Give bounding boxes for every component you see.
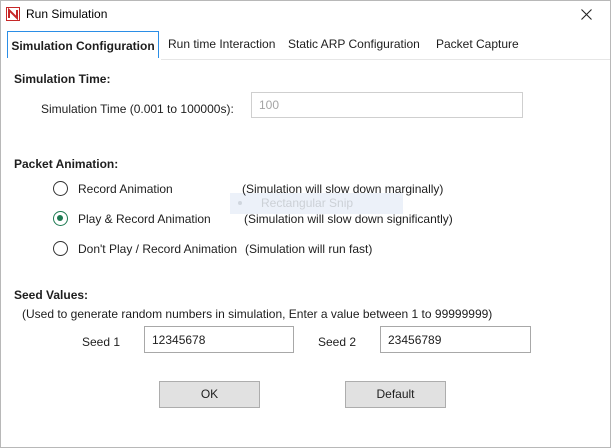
simulation-time-input[interactable] xyxy=(251,92,523,118)
record-animation-label[interactable]: Record Animation xyxy=(78,182,173,196)
rectangular-snip-overlay: Rectangular Snip xyxy=(230,193,403,214)
tab-divider xyxy=(161,59,610,60)
record-animation-note: (Simulation will slow down marginally) xyxy=(242,182,444,196)
tab-packet-capture[interactable]: Packet Capture xyxy=(436,37,519,51)
simulation-time-heading: Simulation Time: xyxy=(14,72,111,86)
run-simulation-dialog: Run Simulation Simulation Configuration … xyxy=(0,0,611,448)
play-record-animation-radio[interactable] xyxy=(53,211,68,226)
tab-simulation-configuration[interactable]: Simulation Configuration xyxy=(7,31,159,58)
play-record-animation-note: (Simulation will slow down significantly… xyxy=(244,212,453,226)
seed2-input[interactable] xyxy=(380,326,531,353)
tab-strip: Simulation Configuration Run time Intera… xyxy=(1,29,610,59)
close-icon xyxy=(581,9,592,20)
window-title: Run Simulation xyxy=(26,7,108,21)
close-button[interactable] xyxy=(564,1,610,29)
snip-dot-icon xyxy=(238,201,242,205)
simulation-time-label: Simulation Time (0.001 to 100000s): xyxy=(41,102,234,116)
record-animation-radio[interactable] xyxy=(53,181,68,196)
seed-values-hint: (Used to generate random numbers in simu… xyxy=(22,307,493,321)
tab-run-time-interaction[interactable]: Run time Interaction xyxy=(168,37,275,51)
play-record-animation-label[interactable]: Play & Record Animation xyxy=(78,212,211,226)
seed1-label: Seed 1 xyxy=(82,335,121,349)
title-bar: Run Simulation xyxy=(1,1,610,29)
tab-static-arp-configuration[interactable]: Static ARP Configuration xyxy=(288,37,420,51)
seed1-input[interactable] xyxy=(144,326,294,353)
seed-values-heading: Seed Values: xyxy=(14,288,89,302)
dont-play-record-animation-label[interactable]: Don't Play / Record Animation xyxy=(78,242,237,256)
seed2-label: Seed 2 xyxy=(318,335,357,349)
default-button[interactable]: Default xyxy=(345,381,446,408)
dont-play-record-animation-radio[interactable] xyxy=(53,241,68,256)
packet-animation-heading: Packet Animation: xyxy=(14,157,119,171)
dont-play-record-animation-note: (Simulation will run fast) xyxy=(245,242,373,256)
rectangular-snip-label: Rectangular Snip xyxy=(261,196,354,210)
netsim-logo-icon xyxy=(6,7,20,21)
ok-button[interactable]: OK xyxy=(159,381,260,408)
